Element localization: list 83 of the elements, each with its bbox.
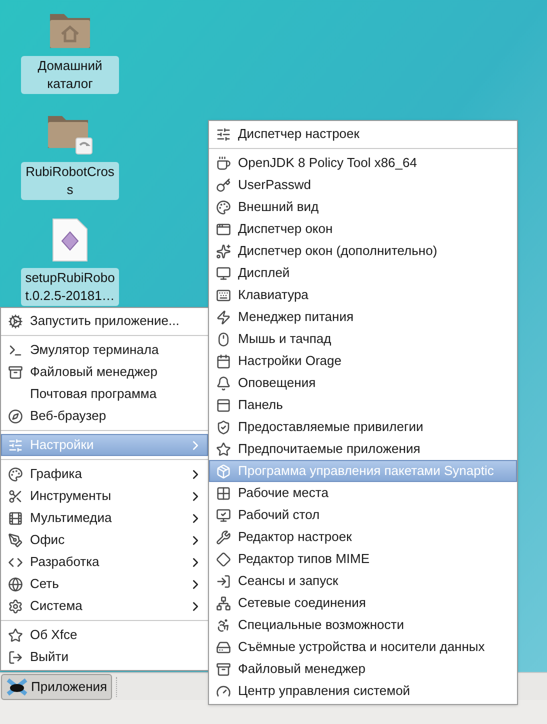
cup-icon bbox=[216, 156, 230, 170]
menu-item[interactable]: OpenJDK 8 Policy Tool x86_64 bbox=[209, 152, 517, 174]
file-cabinet-icon bbox=[216, 662, 230, 676]
package-icon bbox=[216, 464, 230, 478]
star-icon bbox=[216, 442, 230, 456]
desktop-icon-label[interactable]: Домашний каталог bbox=[21, 56, 119, 94]
menu-item[interactable]: Менеджер питания bbox=[209, 306, 517, 328]
menu-item[interactable]: Мышь и тачпад bbox=[209, 328, 517, 350]
bell-icon bbox=[216, 376, 230, 390]
menu-item[interactable]: Графика bbox=[1, 463, 208, 485]
menu-item[interactable]: Панель bbox=[209, 394, 517, 416]
pen-icon bbox=[8, 532, 22, 548]
menu-item[interactable]: Запустить приложение... bbox=[1, 310, 208, 332]
keyboard-icon bbox=[216, 288, 230, 302]
lightning-icon bbox=[216, 310, 230, 324]
applications-menu-button[interactable]: Приложения bbox=[1, 674, 112, 700]
gauge-icon bbox=[216, 684, 230, 698]
shield-icon bbox=[216, 420, 230, 434]
compass-icon bbox=[8, 408, 22, 424]
menu-item[interactable]: Рабочие места bbox=[209, 482, 517, 504]
grid-icon bbox=[216, 486, 230, 500]
menu-item[interactable]: Файловый менеджер bbox=[1, 361, 208, 383]
menu-item[interactable]: Диспетчер окон (дополнительно) bbox=[209, 240, 517, 262]
login-icon bbox=[216, 574, 230, 588]
menu-item[interactable]: Диспетчер окон bbox=[209, 218, 517, 240]
menu-item[interactable]: Редактор типов MIME bbox=[209, 548, 517, 570]
menu-item[interactable]: Внешний вид bbox=[209, 196, 517, 218]
globe-icon bbox=[8, 576, 22, 592]
gear-icon bbox=[8, 314, 22, 328]
palette-icon bbox=[216, 200, 230, 214]
menu-item[interactable]: Офис bbox=[1, 529, 208, 551]
file-icon bbox=[51, 218, 89, 262]
window-icon bbox=[216, 222, 230, 236]
file-cabinet-icon bbox=[8, 364, 22, 380]
menu-item[interactable]: Оповещения bbox=[209, 372, 517, 394]
menu-item[interactable]: Настройки Orage bbox=[209, 350, 517, 372]
menu-item[interactable]: UserPasswd bbox=[209, 174, 517, 196]
menu-item[interactable]: Мультимедиа bbox=[1, 507, 208, 529]
menu-item[interactable]: Веб-браузер bbox=[1, 405, 208, 427]
menu-item[interactable]: Рабочий стол bbox=[209, 504, 517, 526]
settings-icon bbox=[216, 126, 230, 142]
sparkle-icon bbox=[216, 244, 230, 258]
calendar-icon bbox=[216, 354, 230, 368]
menu-item[interactable]: Система bbox=[1, 595, 208, 617]
network-icon bbox=[216, 596, 230, 610]
menu-item[interactable]: Эмулятор терминала bbox=[1, 339, 208, 361]
scissors-icon bbox=[8, 488, 22, 504]
menu-item[interactable]: Центр управления системой bbox=[209, 680, 517, 702]
menu-item[interactable]: Клавиатура bbox=[209, 284, 517, 306]
drive-icon bbox=[216, 640, 230, 654]
panel-icon bbox=[216, 398, 230, 412]
exit-icon bbox=[8, 650, 22, 664]
menu-item[interactable]: Предпочитаемые приложения bbox=[209, 438, 517, 460]
menu-item[interactable]: Инструменты bbox=[1, 485, 208, 507]
menu-item[interactable]: Об Xfce bbox=[1, 624, 208, 646]
menu-item[interactable]: Сеансы и запуск bbox=[209, 570, 517, 592]
menu-item[interactable]: Разработка bbox=[1, 551, 208, 573]
menu-item[interactable]: Диспетчер настроек bbox=[209, 123, 517, 145]
menu-item[interactable]: Сетевые соединения bbox=[209, 592, 517, 614]
mouse-icon bbox=[216, 332, 230, 346]
terminal-icon bbox=[8, 342, 22, 358]
monitor-icon bbox=[216, 266, 230, 280]
menu-item[interactable]: Съёмные устройства и носители данных bbox=[209, 636, 517, 658]
desktop-icon-label[interactable]: setupRubiRobot.0.2.5-20181… bbox=[21, 268, 119, 306]
menu-item[interactable]: Почтовая программа bbox=[1, 383, 208, 405]
menu-item[interactable]: Дисплей bbox=[209, 262, 517, 284]
menu-item[interactable]: Файловый менеджер bbox=[209, 658, 517, 680]
menu-item[interactable]: Специальные возможности bbox=[209, 614, 517, 636]
desktop-icon-label[interactable]: RubiRobotCros s bbox=[21, 162, 119, 200]
diamond-icon bbox=[216, 552, 230, 566]
monitor-icon bbox=[216, 508, 230, 522]
menu-item[interactable]: Выйти bbox=[1, 646, 208, 668]
menu-item[interactable]: Редактор настроек bbox=[209, 526, 517, 548]
settings-icon bbox=[8, 598, 22, 614]
menu-item[interactable]: Сеть bbox=[1, 573, 208, 595]
accessibility-icon bbox=[216, 618, 230, 632]
settings-icon bbox=[8, 438, 22, 452]
menu-item[interactable]: Предоставляемые привилегии bbox=[209, 416, 517, 438]
wrench-icon bbox=[216, 530, 230, 544]
palette-icon bbox=[8, 466, 22, 482]
film-icon bbox=[8, 510, 22, 526]
star-icon bbox=[8, 628, 22, 642]
key-icon bbox=[216, 178, 230, 192]
